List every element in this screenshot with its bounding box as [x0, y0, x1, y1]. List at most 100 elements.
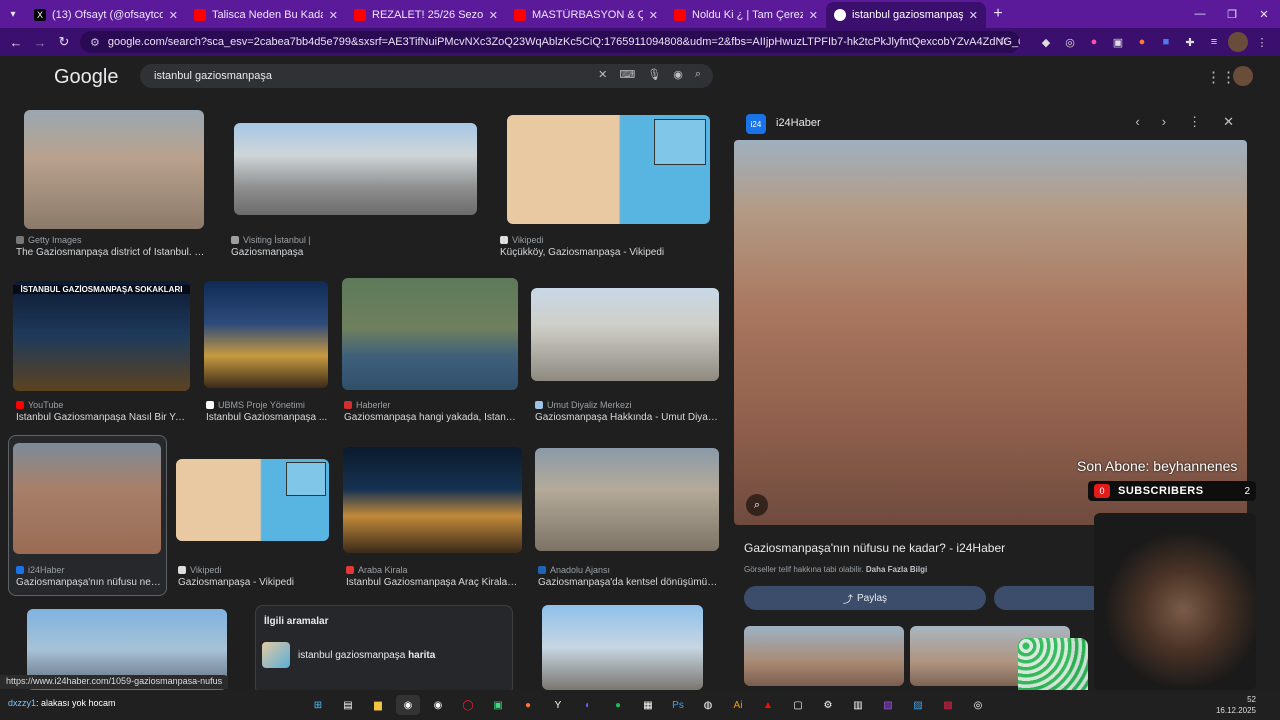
keyboard-icon[interactable]: ⌨ [619, 68, 635, 81]
result-image[interactable] [343, 447, 522, 553]
yandex-icon[interactable]: Y [546, 695, 570, 715]
tab-3[interactable]: REZALET! 25/26 Sezonunun EN ✕ [346, 2, 506, 28]
tab-4[interactable]: MASTÜRBASYON & ÇAY | Mad ✕ [506, 2, 666, 28]
result-caption[interactable]: Gaziosmanpaşa'nın nüfusu ne ... [16, 577, 161, 588]
forward-icon[interactable]: → [28, 35, 52, 50]
tab-1[interactable]: X (13) Ofsayt (@ofsaytcomapp) / ✕ [26, 2, 186, 28]
extension-icon[interactable]: ◎ [1060, 32, 1080, 52]
result-caption[interactable]: Küçükköy, Gaziosmanpaşa - Vikipedi [500, 247, 715, 258]
tab-6-active[interactable]: istanbul gaziosmanpaşa - Goo ✕ [826, 2, 986, 28]
back-icon[interactable]: ← [4, 35, 28, 50]
profile-icon[interactable] [1228, 32, 1248, 52]
result-caption[interactable]: İstanbul Gaziosmanpaşa ... [206, 412, 330, 423]
clock[interactable]: 52 16.12.2025 [1216, 694, 1256, 716]
acrobat-icon[interactable]: ▲ [756, 695, 780, 715]
new-tab-icon[interactable]: + [986, 5, 1010, 23]
puzzle-icon[interactable]: ✚ [1180, 32, 1200, 52]
chrome-icon[interactable]: ◉ [426, 695, 450, 715]
firefox-icon[interactable]: ● [516, 695, 540, 715]
result-caption[interactable]: Gaziosmanpaşa [231, 247, 471, 258]
extension-icon[interactable]: ◆ [1036, 32, 1056, 52]
result-image[interactable] [535, 448, 719, 551]
result-image-map[interactable] [176, 459, 329, 541]
mic-icon[interactable]: 🎙 [647, 68, 661, 81]
reload-icon[interactable]: ↻ [52, 34, 76, 50]
lens-icon[interactable]: ◉ [673, 68, 683, 81]
close-icon[interactable]: ✕ [329, 9, 338, 22]
share-button[interactable]: ⤴ Paylaş [744, 586, 986, 610]
result-caption[interactable]: Gaziosmanpaşa - Vikipedi [178, 577, 328, 588]
panel-title[interactable]: Gaziosmanpaşa'nın nüfusu ne kadar? - i24… [744, 541, 1005, 555]
result-caption[interactable]: İstanbul Gaziosmanpaşa Araç Kiralam... [346, 577, 521, 588]
search-input[interactable]: istanbul gaziosmanpaşa [154, 70, 272, 82]
tab-menu-icon[interactable]: ▾ [0, 9, 26, 20]
url-field[interactable]: ⚙ google.com/search?sca_esv=2cabea7bb4d5… [80, 31, 1020, 53]
more-icon[interactable]: ⋮ [1188, 114, 1201, 130]
media-icon[interactable]: ≡ [1204, 32, 1224, 52]
secondary-button[interactable] [994, 586, 1104, 610]
app-icon[interactable]: ▨ [906, 695, 930, 715]
tab-5[interactable]: Noldu Ki ¿ | Tam Çerezlik | #25 ✕ [666, 2, 826, 28]
extension-icon[interactable]: ● [1132, 32, 1152, 52]
app-icon[interactable]: ▩ [936, 695, 960, 715]
extension-icon[interactable]: ● [1084, 32, 1104, 52]
learn-more-link[interactable]: Daha Fazla Bilgi [866, 565, 927, 574]
steam-icon[interactable]: ◍ [696, 695, 720, 715]
close-icon[interactable]: ✕ [169, 9, 178, 22]
google-logo[interactable]: Google [54, 66, 119, 89]
app-icon[interactable]: ▥ [846, 695, 870, 715]
apps-grid-icon[interactable]: ⋮⋮ [1206, 68, 1236, 86]
spotify-icon[interactable]: ● [606, 695, 630, 715]
app-icon[interactable]: ▦ [636, 695, 660, 715]
close-icon[interactable]: ✕ [809, 9, 818, 22]
result-image[interactable] [531, 288, 719, 381]
menu-dots-icon[interactable]: ⋮ [1252, 32, 1272, 52]
minimize-icon[interactable]: — [1184, 8, 1216, 20]
app-icon[interactable]: ▢ [786, 695, 810, 715]
settings-icon[interactable]: ⚙ [816, 695, 840, 715]
lens-icon[interactable]: ⌕ [746, 494, 768, 516]
chrome-icon[interactable]: ◉ [396, 695, 420, 715]
result-image-map[interactable] [507, 115, 710, 224]
result-image[interactable]: İSTANBUL GAZİOSMANPAŞA SOKAKLARI [13, 281, 190, 391]
result-image[interactable] [24, 110, 204, 229]
related-image[interactable] [744, 626, 904, 686]
opera-icon[interactable]: ◯ [456, 695, 480, 715]
extension-icon[interactable]: ■ [1156, 32, 1176, 52]
app-icon[interactable]: ▧ [876, 695, 900, 715]
close-icon[interactable]: ✕ [489, 9, 498, 22]
next-icon[interactable]: › [1162, 114, 1166, 130]
panel-site-name[interactable]: i24Haber [776, 117, 821, 129]
prev-icon[interactable]: ‹ [1135, 114, 1139, 130]
app-icon[interactable]: ▤ [336, 695, 360, 715]
close-icon[interactable]: ✕ [969, 9, 978, 22]
result-image[interactable] [234, 123, 477, 215]
result-image[interactable] [542, 605, 703, 690]
tab-2[interactable]: Talisca Neden Bu Kadar Özel? | ✕ [186, 2, 346, 28]
illustrator-icon[interactable]: Ai [726, 695, 750, 715]
folder-icon[interactable]: ▆ [366, 695, 390, 715]
result-caption[interactable]: İstanbul Gaziosmanpaşa Nasıl Bir Yer... [16, 412, 188, 423]
close-icon[interactable]: ✕ [1223, 114, 1234, 130]
extension-icon[interactable]: ▣ [1108, 32, 1128, 52]
app-icon[interactable]: ▣ [486, 695, 510, 715]
clear-icon[interactable]: ✕ [598, 68, 607, 81]
result-caption[interactable]: Gaziosmanpaşa hangi yakada, İstanb... [344, 412, 519, 423]
discord-icon[interactable]: ◐ [576, 695, 600, 715]
bookmark-star-icon[interactable]: ☆ [998, 34, 1009, 48]
avatar[interactable] [1233, 66, 1253, 86]
close-icon[interactable]: ✕ [649, 9, 658, 22]
maximize-icon[interactable]: ❐ [1216, 8, 1248, 21]
result-caption[interactable]: Gaziosmanpaşa'da kentsel dönüşümü t... [538, 577, 718, 588]
result-image[interactable] [204, 281, 328, 388]
search-box[interactable]: istanbul gaziosmanpaşa ✕ ⌨ 🎙 ◉ ⌕ [140, 64, 713, 88]
obs-icon[interactable]: ◎ [966, 695, 990, 715]
result-image[interactable] [13, 443, 161, 554]
result-caption[interactable]: Gaziosmanpaşa Hakkında - Umut Diyali... [535, 412, 718, 423]
site-info-icon[interactable]: ⚙ [90, 36, 100, 49]
result-caption[interactable]: The Gaziosmanpaşa district of Istanbul. … [16, 247, 211, 258]
result-image-map[interactable] [342, 278, 518, 390]
photoshop-icon[interactable]: Ps [666, 695, 690, 715]
search-icon[interactable]: ⌕ [695, 68, 701, 81]
windows-icon[interactable]: ⊞ [306, 695, 330, 715]
